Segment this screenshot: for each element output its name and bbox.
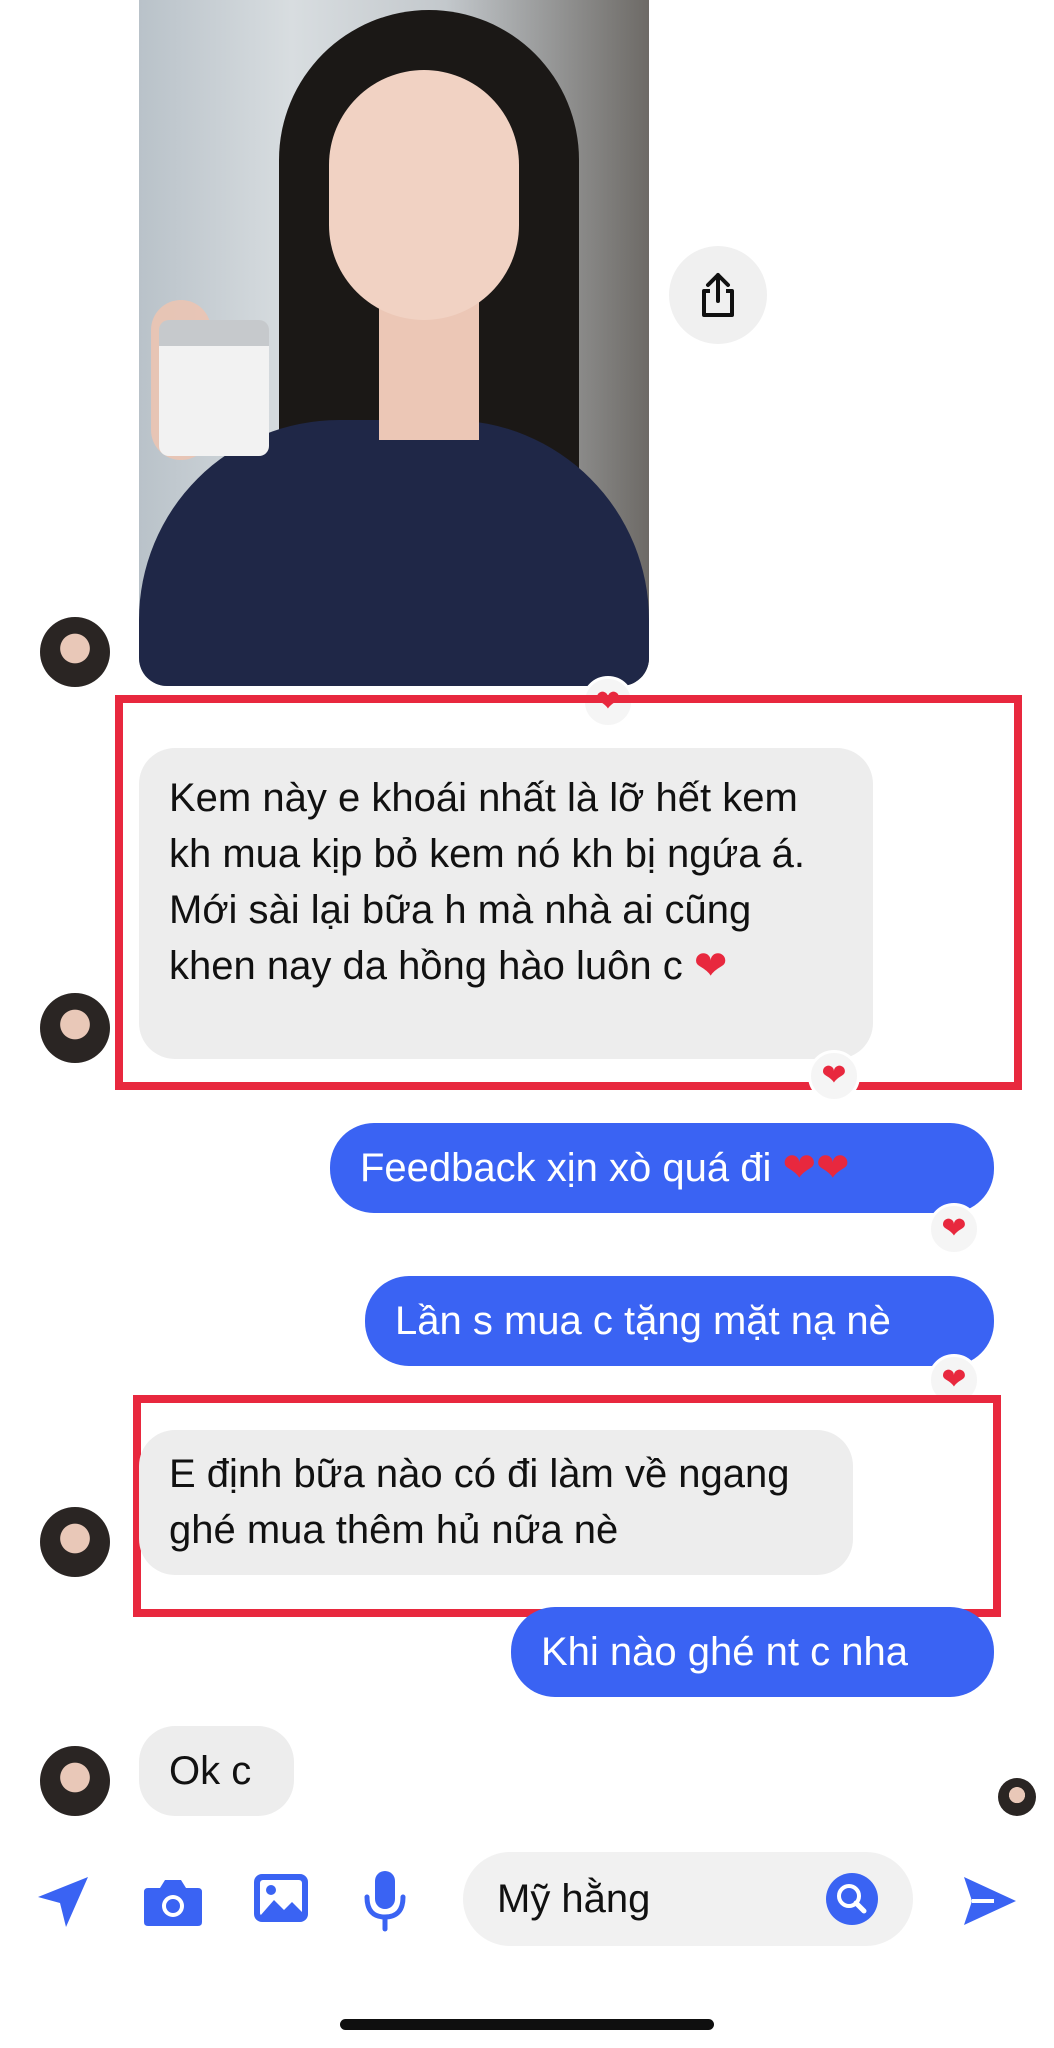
shared-photo[interactable] (139, 0, 649, 686)
heart-emoji: ❤ (693, 944, 728, 988)
contact-avatar[interactable] (40, 1746, 110, 1816)
microphone-icon (364, 1871, 406, 1932)
message-text: Khi nào ghé nt c nha (541, 1630, 908, 1674)
location-arrow-icon (38, 1877, 88, 1927)
location-button[interactable] (30, 1872, 96, 1932)
message-text: Ok c (169, 1749, 252, 1793)
contact-avatar[interactable] (40, 993, 110, 1063)
send-icon (964, 1877, 1016, 1925)
photo-neck (379, 300, 479, 440)
message-bubble-outgoing[interactable]: Khi nào ghé nt c nha (511, 1607, 994, 1697)
message-bubble-incoming[interactable]: Kem này e khoái nhất là lỡ hết kem kh mu… (139, 748, 873, 1059)
share-icon (702, 273, 734, 317)
contact-avatar[interactable] (40, 1507, 110, 1577)
search-button[interactable] (825, 1872, 879, 1926)
heart-reaction[interactable]: ❤ (928, 1203, 980, 1255)
message-input[interactable]: Mỹ hằng (463, 1852, 913, 1946)
gallery-button[interactable] (251, 1868, 311, 1928)
image-icon (254, 1874, 308, 1922)
search-icon (826, 1873, 878, 1925)
message-input-text[interactable]: Mỹ hằng (497, 1877, 825, 1922)
message-bubble-incoming[interactable]: Ok c (139, 1726, 294, 1816)
heart-emoji: ❤ (782, 1146, 817, 1190)
contact-avatar[interactable] (40, 617, 110, 687)
photo-face (329, 70, 519, 320)
home-indicator (340, 2019, 714, 2030)
message-bubble-outgoing[interactable]: Lần s mua c tặng mặt nạ nè (365, 1276, 994, 1366)
voice-button[interactable] (360, 1866, 410, 1936)
send-button[interactable] (958, 1870, 1020, 1932)
heart-reaction[interactable]: ❤ (808, 1050, 860, 1102)
share-button[interactable] (669, 246, 767, 344)
message-bubble-outgoing[interactable]: Feedback xịn xò quá đi ❤❤ (330, 1123, 994, 1213)
camera-button[interactable] (140, 1870, 206, 1932)
message-text: Lần s mua c tặng mặt nạ nè (395, 1299, 891, 1343)
cream-jar (159, 320, 269, 456)
message-bubble-incoming[interactable]: E định bữa nào có đi làm về ngang ghé mu… (139, 1430, 853, 1575)
camera-icon (144, 1880, 202, 1926)
message-text: E định bữa nào có đi làm về ngang ghé mu… (169, 1452, 790, 1552)
read-receipt-avatar (998, 1778, 1036, 1816)
message-text: Feedback xịn xò quá đi (360, 1146, 772, 1190)
heart-emoji: ❤ (816, 1146, 850, 1190)
